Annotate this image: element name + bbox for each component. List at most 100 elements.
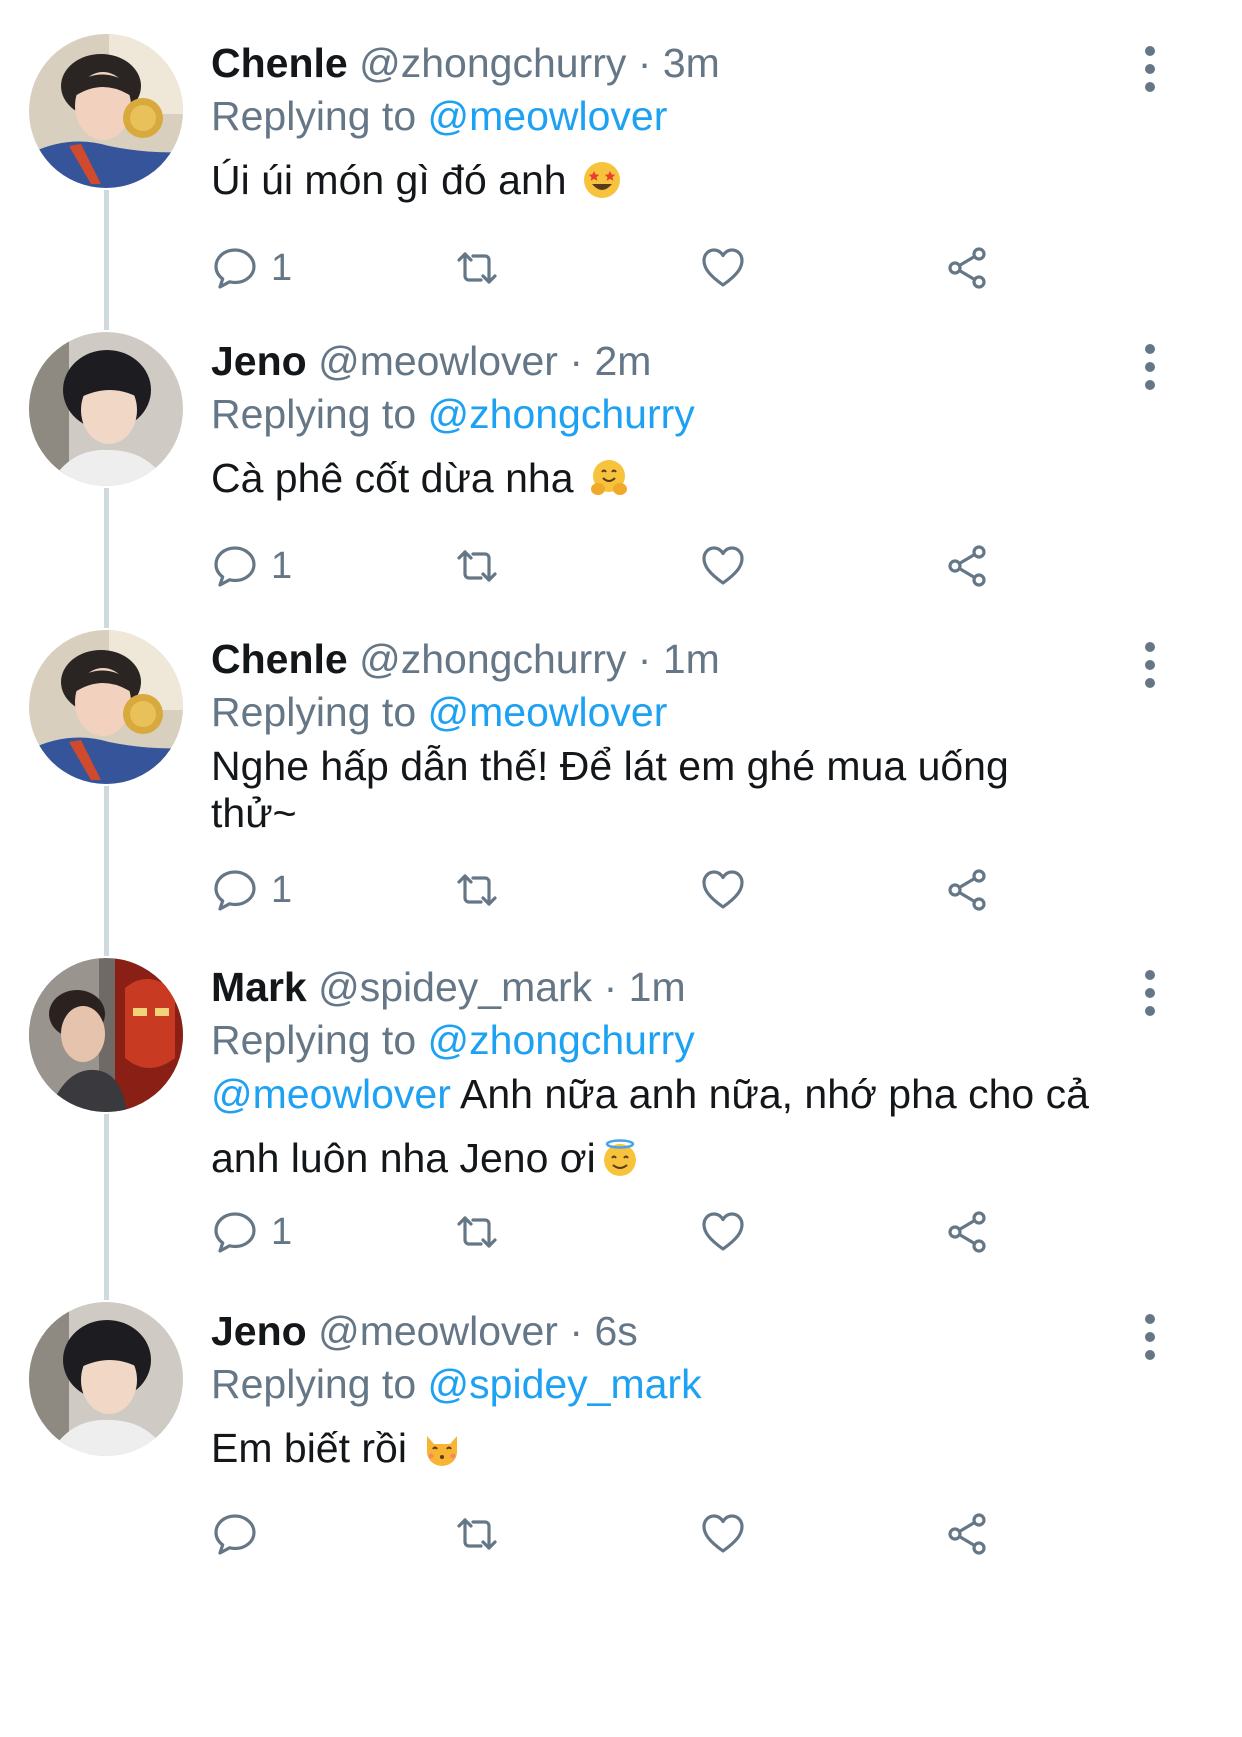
retweet-button[interactable] xyxy=(453,1506,501,1562)
reply-count: 1 xyxy=(271,868,293,911)
separator-dot: · xyxy=(603,964,618,1010)
tweet-text-line: Cà phê cốt dừa nha xyxy=(211,455,574,501)
retweet-icon xyxy=(457,1518,497,1550)
tweet-actions: 1 xyxy=(211,1204,1111,1260)
like-button[interactable] xyxy=(699,1204,747,1260)
reply-count: 1 xyxy=(271,1210,293,1253)
replying-to-mention[interactable]: @meowlover xyxy=(428,93,668,139)
reply-button[interactable]: 1 xyxy=(211,538,292,594)
avatar[interactable] xyxy=(29,958,183,1112)
separator-dot: · xyxy=(569,1308,584,1354)
reply-icon xyxy=(214,870,256,911)
tweet-text: Nghe hấp dẫn thế! Để lát em ghé mua uống… xyxy=(211,738,1151,842)
replying-to-mention[interactable]: @zhongchurry xyxy=(428,1017,695,1063)
star-struck-emoji xyxy=(582,160,622,200)
tweet-header: Jeno @meowlover · 6s xyxy=(211,1306,638,1356)
like-button[interactable] xyxy=(699,1506,747,1562)
more-options-icon[interactable] xyxy=(1138,344,1162,400)
more-options-icon[interactable] xyxy=(1138,970,1162,1026)
replying-to: Replying to @zhongchurry xyxy=(211,1015,695,1065)
tweet-actions xyxy=(211,1506,1111,1562)
user-handle[interactable]: @meowlover xyxy=(318,1308,558,1354)
tweet-text: Cà phê cốt dừa nha xyxy=(211,450,1151,507)
replying-to-label: Replying to xyxy=(211,689,417,735)
display-name[interactable]: Jeno xyxy=(211,1308,307,1354)
more-options-icon[interactable] xyxy=(1138,1314,1162,1370)
share-icon xyxy=(948,247,986,289)
more-options-icon[interactable] xyxy=(1138,46,1162,102)
tweet-header: Chenle @zhongchurry · 1m xyxy=(211,634,720,684)
like-button[interactable] xyxy=(699,240,747,296)
reply-button[interactable]: 1 xyxy=(211,240,292,296)
reply-count: 1 xyxy=(271,246,293,289)
heart-icon xyxy=(702,870,744,909)
smiling-face-with-halo-emoji xyxy=(600,1138,640,1178)
replying-to: Replying to @spidey_mark xyxy=(211,1359,702,1409)
tweet-actions: 1 xyxy=(211,240,1111,296)
reply-button[interactable]: 1 xyxy=(211,1204,292,1260)
share-button[interactable] xyxy=(943,538,991,594)
replying-to: Replying to @meowlover xyxy=(211,687,667,737)
tweet-actions: 1 xyxy=(211,538,1111,594)
reply-button[interactable]: 1 xyxy=(211,862,292,918)
tweet-text: Em biết rồi xyxy=(211,1420,1151,1477)
share-icon xyxy=(948,869,986,911)
replying-to-mention[interactable]: @zhongchurry xyxy=(428,391,695,437)
retweet-button[interactable] xyxy=(453,240,501,296)
reply-count: 1 xyxy=(271,544,293,587)
share-button[interactable] xyxy=(943,240,991,296)
retweet-icon xyxy=(457,550,497,582)
tweet-header: Jeno @meowlover · 2m xyxy=(211,336,651,386)
thread-line xyxy=(104,488,109,628)
timestamp[interactable]: 1m xyxy=(629,964,686,1010)
heart-icon xyxy=(702,248,744,287)
user-handle[interactable]: @spidey_mark xyxy=(318,964,592,1010)
avatar[interactable] xyxy=(29,1302,183,1456)
timestamp[interactable]: 1m xyxy=(663,636,720,682)
display-name[interactable]: Jeno xyxy=(211,338,307,384)
more-options-icon[interactable] xyxy=(1138,642,1162,698)
display-name[interactable]: Mark xyxy=(211,964,307,1010)
tweet-header: Chenle @zhongchurry · 3m xyxy=(211,38,720,88)
display-name[interactable]: Chenle xyxy=(211,40,348,86)
display-name[interactable]: Chenle xyxy=(211,636,348,682)
replying-to-label: Replying to xyxy=(211,1017,417,1063)
tweet-text: Úi úi món gì đó anh xyxy=(211,152,1151,209)
timestamp[interactable]: 2m xyxy=(594,338,651,384)
reply-icon xyxy=(214,546,256,587)
avatar[interactable] xyxy=(29,630,183,784)
retweet-button[interactable] xyxy=(453,862,501,918)
heart-icon xyxy=(702,1514,744,1553)
replying-to-mention[interactable]: @meowlover xyxy=(428,689,668,735)
share-button[interactable] xyxy=(943,1204,991,1260)
retweet-button[interactable] xyxy=(453,538,501,594)
reply-icon xyxy=(214,1514,256,1555)
share-button[interactable] xyxy=(943,862,991,918)
user-handle[interactable]: @zhongchurry xyxy=(359,40,626,86)
share-button[interactable] xyxy=(943,1506,991,1562)
heart-icon xyxy=(702,1212,744,1251)
retweet-button[interactable] xyxy=(453,1204,501,1260)
user-handle[interactable]: @meowlover xyxy=(318,338,558,384)
tweet-text: @meowlover Anh nữa anh nữa, nhớ pha cho … xyxy=(211,1062,1151,1190)
timestamp[interactable]: 3m xyxy=(663,40,720,86)
reply-button[interactable] xyxy=(211,1506,271,1562)
replying-to-mention[interactable]: @spidey_mark xyxy=(428,1361,702,1407)
replying-to-label: Replying to xyxy=(211,93,417,139)
share-icon xyxy=(948,1513,986,1555)
replying-to-label: Replying to xyxy=(211,1361,417,1407)
like-button[interactable] xyxy=(699,538,747,594)
replying-to: Replying to @zhongchurry xyxy=(211,389,695,439)
avatar[interactable] xyxy=(29,332,183,486)
tweet-text-line: anh luôn nha Jeno ơi xyxy=(211,1135,596,1181)
heart-icon xyxy=(702,546,744,585)
avatar[interactable] xyxy=(29,34,183,188)
share-icon xyxy=(948,1211,986,1253)
tweet-header: Mark @spidey_mark · 1m xyxy=(211,962,686,1012)
timestamp[interactable]: 6s xyxy=(594,1308,637,1354)
like-button[interactable] xyxy=(699,862,747,918)
tweet-mention[interactable]: @meowlover xyxy=(211,1071,451,1117)
share-icon xyxy=(948,545,986,587)
user-handle[interactable]: @zhongchurry xyxy=(359,636,626,682)
replying-to-label: Replying to xyxy=(211,391,417,437)
